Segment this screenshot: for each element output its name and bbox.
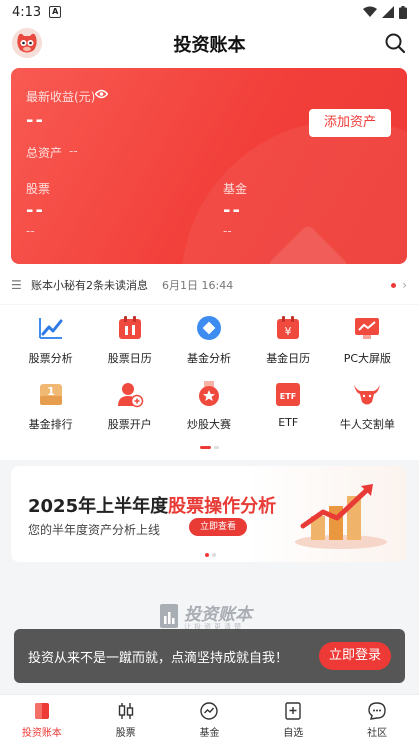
bull-icon: [354, 385, 381, 405]
menu-label: 基金日历: [266, 352, 311, 365]
pc-screen-icon: [355, 318, 380, 339]
search-icon[interactable]: [383, 31, 407, 55]
status-icons: [363, 5, 407, 19]
message-time: 6月1日 16:44: [162, 279, 234, 292]
menu-item-trading-contest[interactable]: 炒股大赛: [169, 378, 248, 432]
etf-icon: ETF: [276, 383, 301, 406]
tab-fund[interactable]: 基金: [168, 695, 252, 744]
menu-label: 股票日历: [107, 352, 152, 365]
chart-trend-icon: [38, 318, 63, 339]
menu-label: ETF: [278, 416, 299, 429]
menu-label: 股票开户: [107, 418, 152, 431]
mascot-avatar-icon[interactable]: [12, 28, 42, 58]
menu-label: 炒股大赛: [186, 418, 231, 431]
fund-diamond-icon: [196, 316, 221, 340]
list-icon: ☰: [11, 278, 22, 292]
menu-item-stock-calendar[interactable]: 股票日历: [90, 312, 169, 366]
login-toast: 投资从来不是一蹴而就，点滴坚持成就自我！ 立即登录: [14, 629, 405, 683]
stock-sub-value: --: [26, 224, 35, 238]
menu-pager: [200, 446, 219, 449]
fund-icon: [200, 702, 219, 720]
menu-item-bull-trades[interactable]: 牛人交割单: [328, 378, 407, 432]
tab-label: 投资账本: [21, 728, 62, 739]
battery-icon: [399, 5, 407, 19]
notification-icon: A: [49, 6, 62, 18]
tab-label: 自选: [283, 728, 304, 739]
total-assets-label: 总资产: [26, 146, 63, 160]
menu-label: PC大屏版: [343, 352, 392, 365]
tab-watchlist[interactable]: 自选: [251, 695, 335, 744]
menu-label: 股票分析: [28, 352, 73, 365]
community-icon: [368, 702, 386, 720]
view-now-button[interactable]: 立即查看: [189, 518, 247, 536]
ranking-icon: 1: [39, 384, 62, 405]
menu-item-open-account[interactable]: 股票开户: [90, 378, 169, 432]
message-text: 账本小秘有2条未读消息: [31, 279, 148, 292]
unread-dot: [391, 282, 397, 288]
menu-item-etf[interactable]: ETF ETF: [249, 378, 328, 432]
tab-label: 社区: [367, 728, 388, 739]
wifi-icon: [363, 6, 377, 17]
fund-calendar-icon: ¥: [277, 316, 300, 339]
signal-icon: [382, 6, 394, 18]
svg-text:¥: ¥: [285, 325, 292, 338]
promo-banner[interactable]: 2025年上半年度股票操作分析 您的半年度资产分析上线 立即查看: [11, 466, 407, 562]
stock-calendar-icon: [118, 316, 141, 339]
menu-item-fund-calendar[interactable]: ¥ 基金日历: [249, 312, 328, 366]
trophy-chart-illustration: [295, 484, 387, 549]
menu-label: 基金排行: [28, 418, 73, 431]
candlestick-icon: [118, 703, 133, 719]
status-time: 4:13: [12, 4, 42, 20]
latest-earnings-value: --: [26, 110, 45, 131]
tab-community[interactable]: 社区: [335, 695, 419, 744]
latest-earnings-label: 最新收益(元): [26, 90, 96, 104]
medal-icon: [198, 381, 219, 406]
page-title: 投资账本: [173, 35, 246, 56]
fund-value: --: [223, 200, 242, 221]
feature-menu: 股票分析 股票日历 基金分析 ¥ 基金日历 PC大屏版 1 基金排行 股票开户 …: [11, 312, 407, 432]
menu-item-stock-analysis[interactable]: 股票分析: [11, 312, 90, 366]
tab-stock[interactable]: 股票: [84, 695, 168, 744]
stock-value: --: [26, 200, 45, 221]
tab-label: 股票: [115, 728, 136, 739]
fund-label: 基金: [223, 182, 248, 196]
bottom-tab-bar: 投资账本 股票 基金 自选 社区: [0, 694, 419, 744]
status-bar: 4:13 A: [0, 0, 419, 24]
menu-label: 牛人交割单: [339, 418, 395, 431]
banner-title: 2025年上半年度股票操作分析: [28, 496, 277, 517]
banner-subtitle: 您的半年度资产分析上线: [28, 523, 161, 537]
tab-label: 基金: [199, 728, 220, 739]
unread-message-row[interactable]: ☰ 账本小秘有2条未读消息 6月1日 16:44 ›: [11, 274, 407, 296]
asset-summary-card[interactable]: 最新收益(元) -- 总资产 -- 添加资产 股票 -- -- 基金 -- --: [11, 68, 407, 264]
menu-item-pc-screen[interactable]: PC大屏版: [328, 312, 407, 366]
app-header: 投资账本: [0, 24, 419, 64]
tab-ledger[interactable]: 投资账本: [0, 695, 84, 744]
eye-icon[interactable]: [95, 89, 108, 99]
svg-text:ETF: ETF: [280, 392, 296, 401]
watchlist-icon: [285, 702, 301, 720]
login-now-button[interactable]: 立即登录: [319, 642, 391, 670]
svg-text:1: 1: [47, 385, 55, 398]
chevron-right-icon: ›: [402, 278, 407, 292]
total-assets-value: --: [69, 144, 78, 158]
stock-label: 股票: [26, 182, 51, 196]
add-asset-button[interactable]: 添加资产: [309, 109, 391, 137]
ledger-icon: [34, 703, 49, 719]
banner-pager: [205, 553, 216, 557]
ledger-logo-icon: [160, 604, 178, 628]
menu-label: 基金分析: [186, 352, 231, 365]
toast-text: 投资从来不是一蹴而就，点滴坚持成就自我！: [28, 650, 289, 666]
fund-sub-value: --: [223, 224, 232, 238]
menu-item-fund-ranking[interactable]: 1 基金排行: [11, 378, 90, 432]
open-account-icon: [117, 383, 144, 408]
menu-item-fund-analysis[interactable]: 基金分析: [169, 312, 248, 366]
